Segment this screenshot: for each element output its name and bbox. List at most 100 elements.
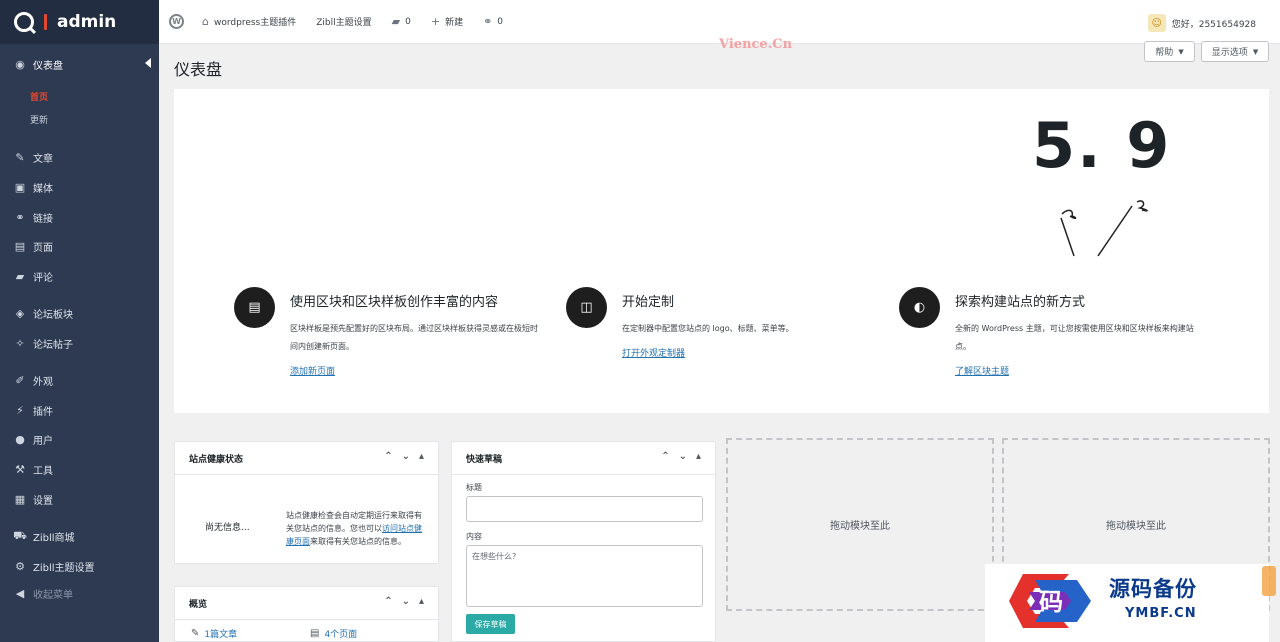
- move-up-icon[interactable]: ⌃: [661, 451, 669, 462]
- pin-icon: ✎: [191, 628, 200, 639]
- box-header[interactable]: 站点健康状态 ⌃ ⌄ ▴: [175, 442, 438, 475]
- draft-title-input[interactable]: [466, 496, 703, 522]
- welcome-column-title: 探索构建站点的新方式: [955, 295, 1086, 310]
- sidebar-item-2[interactable]: ▣ 媒体: [0, 174, 159, 200]
- welcome-column-link[interactable]: 了解区块主题: [955, 364, 1009, 377]
- box-header[interactable]: 概览 ⌃ ⌄ ▴: [175, 587, 438, 620]
- help-button[interactable]: 帮助 ▼: [1144, 41, 1195, 62]
- sidebar-item-3[interactable]: ⚭ 链接: [0, 204, 159, 230]
- cart-icon: ⛟: [13, 528, 27, 542]
- welcome-column-text: 在定制器中配置您站点的 logo、标题、菜单等。: [622, 324, 794, 333]
- page-icon: ▤: [14, 239, 26, 253]
- comment-icon: ▰: [391, 15, 401, 28]
- pages-count: 4个页面: [324, 630, 358, 640]
- submenu-updates[interactable]: 更新: [30, 113, 48, 126]
- version-number: 5. 9: [1032, 109, 1172, 182]
- sidebar-item-10[interactable]: ● 用户: [0, 426, 159, 452]
- glance-pages[interactable]: ▤ 4个页面: [310, 627, 357, 640]
- adminbar-item-label: 0: [405, 16, 411, 27]
- sidebar-item-1[interactable]: ✎ 文章: [0, 144, 159, 170]
- health-status: 尚无信息...: [205, 523, 250, 533]
- sidebar-item-8[interactable]: ✐ 外观: [0, 367, 159, 393]
- welcome-column-title: 开始定制: [622, 295, 675, 310]
- move-down-icon[interactable]: ⌄: [402, 596, 410, 607]
- move-up-icon[interactable]: ⌃: [384, 596, 392, 607]
- adminbar-item-label: wordpress主题插件: [213, 18, 297, 28]
- welcome-column-title: 使用区块和区块样板创作丰富的内容: [290, 295, 499, 310]
- version-scribble: [1060, 200, 1148, 257]
- wordpress-logo-icon[interactable]: W: [169, 14, 184, 29]
- gear-icon: ⚙: [15, 559, 25, 573]
- toggle-icon[interactable]: ▴: [696, 451, 701, 462]
- adminbar-item-4[interactable]: ⚭ 0: [483, 15, 503, 28]
- drop-zone[interactable]: 拖动模块至此: [726, 438, 994, 611]
- submenu-home[interactable]: 首页: [30, 90, 48, 103]
- caret-down-icon: ▼: [1252, 47, 1259, 56]
- adminbar-item-2[interactable]: ▰ 0: [392, 15, 411, 28]
- pin-icon: ✎: [15, 150, 25, 164]
- box-header[interactable]: 快速草稿 ⌃ ⌄ ▴: [452, 442, 715, 475]
- page-icon: ▤: [310, 628, 320, 639]
- sidebar-item-4[interactable]: ▤ 页面: [0, 233, 159, 259]
- sidebar-item-14[interactable]: ⚙ Zibll主题设置: [0, 553, 159, 579]
- move-up-icon[interactable]: ⌃: [384, 451, 392, 462]
- tool-icon: ⚒: [15, 462, 25, 476]
- sidebar-item-13[interactable]: ⛟ Zibll商城: [0, 523, 159, 549]
- adminbar-item-1[interactable]: Zibll主题设置: [316, 15, 371, 28]
- toggle-icon[interactable]: ▴: [419, 596, 424, 607]
- title-label: 标题: [466, 483, 482, 492]
- at-a-glance-box: 概览 ⌃ ⌄ ▴ ✎ 1篇文章 ▤ 4个页面: [174, 586, 439, 642]
- box-title: 概览: [189, 599, 208, 610]
- welcome-column-text: 区块样板是预先配置好的区块布局。通过区块样板获得灵感或在极短时间内创建新页面。: [290, 324, 538, 351]
- glance-posts[interactable]: ✎ 1篇文章: [191, 627, 237, 640]
- brush-icon: ✐: [15, 373, 25, 387]
- sidebar-item-11[interactable]: ⚒ 工具: [0, 456, 159, 482]
- toggle-icon[interactable]: ▴: [419, 451, 424, 462]
- brand[interactable]: admin: [0, 0, 159, 44]
- draft-content-textarea[interactable]: 在想些什么?: [466, 545, 703, 607]
- sidebar-item-5[interactable]: ▰ 评论: [0, 263, 159, 289]
- sidebar-item-label: 设置: [33, 495, 53, 507]
- sidebar-item-label: 工具: [33, 465, 53, 477]
- move-down-icon[interactable]: ⌄: [679, 451, 687, 462]
- side-tab[interactable]: [1262, 566, 1276, 596]
- welcome-column-link[interactable]: 添加新页面: [290, 364, 335, 377]
- sidebar-item-label: 论坛板块: [33, 309, 73, 321]
- box-title: 快速草稿: [466, 454, 503, 465]
- plus-icon: +: [430, 15, 441, 28]
- save-draft-button[interactable]: 保存草稿: [466, 614, 515, 634]
- sidebar-item-9[interactable]: ⚡ 插件: [0, 397, 159, 423]
- box-title: 站点健康状态: [189, 454, 244, 465]
- plugin-icon: ⚡: [16, 403, 24, 417]
- sidebar-item-15[interactable]: ◀ 收起菜单: [0, 580, 159, 606]
- move-down-icon[interactable]: ⌄: [402, 451, 410, 462]
- sidebar-item-7[interactable]: ✧ 论坛帖子: [0, 330, 159, 356]
- welcome-panel: 5. 9 ▤ 使用区块和区块样板创作丰富的内容区块样板是预先配置好的区块布局。通过…: [174, 89, 1269, 413]
- sidebar-item-label: 用户: [33, 435, 53, 447]
- collapse-icon: ◀: [15, 586, 25, 600]
- sidebar-item-label: Zibll主题设置: [33, 562, 95, 574]
- sidebar-item-6[interactable]: ◈ 论坛板块: [0, 300, 159, 326]
- box-controls: ⌃ ⌄ ▴: [384, 451, 424, 462]
- document-icon: ▤: [234, 287, 275, 328]
- brand-divider: [44, 14, 47, 30]
- site-watermark: Vience.Cn: [719, 37, 793, 52]
- avatar: ☺: [1147, 14, 1166, 32]
- box-controls: ⌃ ⌄ ▴: [384, 596, 424, 607]
- adminbar-item-0[interactable]: ⌂ wordpress主题插件: [202, 15, 296, 28]
- sidebar-item-0[interactable]: ◉ 仪表盘: [0, 51, 159, 77]
- badge-title: 源码备份: [1109, 576, 1197, 601]
- welcome-column-text: 全新的 WordPress 主题，可让您按需使用区块和区块样板来构建站点。: [955, 324, 1194, 351]
- adminbar-item-label: 0: [497, 16, 504, 27]
- caret-down-icon: ▼: [1178, 47, 1184, 56]
- screen-options-button[interactable]: 显示选项 ▼: [1201, 41, 1269, 62]
- sidebar-item-label: 外观: [33, 376, 53, 388]
- account-menu[interactable]: ☺ 您好，2551654928: [1147, 14, 1256, 32]
- sidebar-item-12[interactable]: ▦ 设置: [0, 486, 159, 512]
- welcome-column-link[interactable]: 打开外观定制器: [622, 346, 685, 359]
- contrast-icon: ◐: [899, 287, 940, 328]
- adminbar-item-3[interactable]: + 新建: [431, 15, 463, 28]
- admin-sidebar: admin ◉ 仪表盘 ✎ 文章 ▣ 媒体 ⚭ 链接 ▤ 页面 ▰ 评论 ◈ 论坛板块 ✧ 论坛帖子 ✐ 外观 ⚡ 插…: [0, 0, 159, 642]
- posts-count: 1篇文章: [204, 630, 238, 640]
- user-icon: ●: [15, 432, 25, 446]
